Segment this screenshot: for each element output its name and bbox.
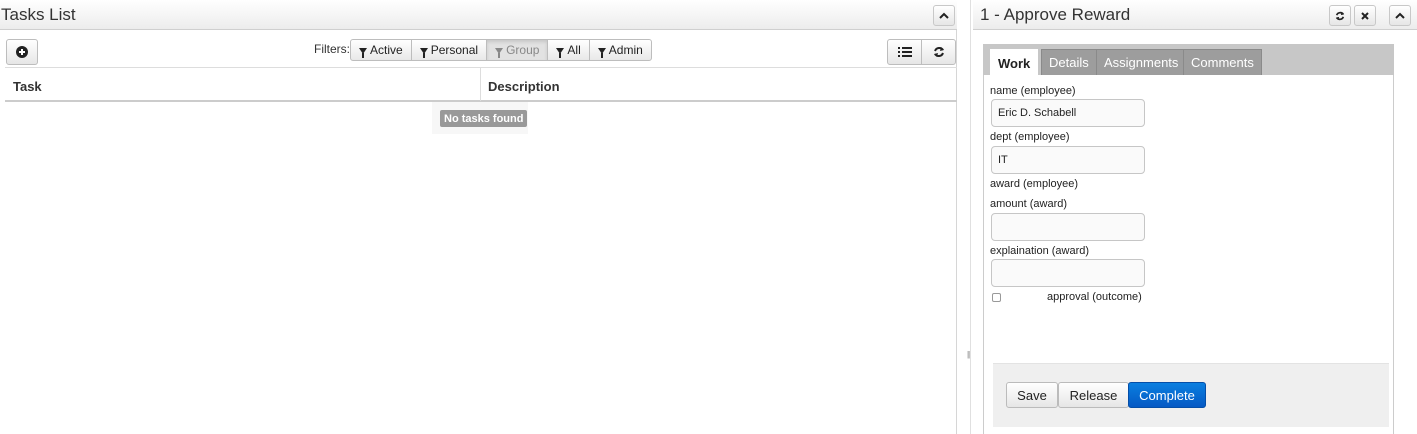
filter-icon	[419, 48, 428, 58]
explaination-input[interactable]	[991, 259, 1145, 287]
filter-icon	[495, 48, 504, 58]
tab-assignments[interactable]: Assignments	[1096, 49, 1187, 75]
task-tabs: Work Details Assignments Comments	[983, 44, 1394, 76]
panel-divider	[970, 0, 971, 434]
filter-active-button[interactable]: Active	[350, 39, 412, 61]
name-label: name (employee)	[990, 85, 1076, 97]
filter-admin-button[interactable]: Admin	[588, 39, 652, 61]
tab-comments[interactable]: Comments	[1183, 49, 1262, 75]
close-icon	[1361, 11, 1369, 20]
refresh-button[interactable]	[921, 39, 956, 65]
refresh-button[interactable]	[1329, 5, 1351, 26]
filter-group-button[interactable]: Group	[486, 39, 549, 61]
dept-input[interactable]: IT	[991, 146, 1145, 174]
tab-details[interactable]: Details	[1041, 49, 1097, 75]
release-button[interactable]: Release	[1058, 382, 1129, 408]
amount-input[interactable]	[991, 213, 1145, 241]
approval-label: approval (outcome)	[1047, 291, 1142, 303]
refresh-icon	[933, 47, 944, 57]
tasks-list-panel: Tasks List Filters: Active Personal Grou…	[0, 0, 957, 434]
filter-personal-button[interactable]: Personal	[410, 39, 488, 61]
close-button[interactable]	[1354, 5, 1376, 26]
approval-checkbox[interactable]	[992, 293, 1001, 302]
chevron-up-icon	[1395, 12, 1405, 19]
dept-label: dept (employee)	[990, 131, 1070, 143]
chevron-up-icon	[939, 12, 949, 19]
plus-circle-icon	[16, 46, 28, 58]
panel-title: Tasks List	[1, 5, 76, 24]
tasks-list-header: Tasks List	[0, 0, 957, 30]
filter-group: Active Personal Group All Admin	[350, 39, 652, 61]
task-actions: Save Release Complete	[993, 363, 1389, 427]
amount-label: amount (award)	[990, 198, 1068, 210]
collapse-button[interactable]	[1389, 5, 1411, 26]
splitter-handle[interactable]: ||	[967, 350, 970, 359]
refresh-icon	[1335, 11, 1345, 20]
column-header-task[interactable]: Task	[13, 79, 42, 94]
column-divider	[480, 68, 481, 101]
name-input[interactable]: Eric D. Schabell	[991, 99, 1145, 127]
tab-work[interactable]: Work	[990, 49, 1039, 76]
complete-button[interactable]: Complete	[1128, 382, 1206, 408]
filter-icon	[556, 48, 565, 58]
column-header-description[interactable]: Description	[488, 79, 560, 94]
filter-all-button[interactable]: All	[547, 39, 590, 61]
filter-icon	[359, 48, 367, 58]
collapse-button[interactable]	[933, 5, 955, 26]
list-view-button[interactable]	[887, 39, 922, 65]
explaination-label: explaination (award)	[990, 245, 1090, 257]
task-detail-header: 1 - Approve Reward	[973, 0, 1417, 30]
save-button[interactable]: Save	[1006, 382, 1058, 408]
task-title: 1 - Approve Reward	[980, 5, 1131, 24]
tasks-table-header: Task Description	[5, 67, 957, 102]
task-detail-panel: 1 - Approve Reward Work Details Assignme…	[973, 0, 1417, 434]
add-task-button[interactable]	[6, 39, 38, 65]
filters-label: Filters:	[314, 42, 350, 56]
list-icon	[897, 47, 912, 57]
filter-icon	[597, 48, 606, 58]
award-label: award (employee)	[990, 178, 1079, 190]
empty-state-badge: No tasks found	[440, 110, 528, 127]
